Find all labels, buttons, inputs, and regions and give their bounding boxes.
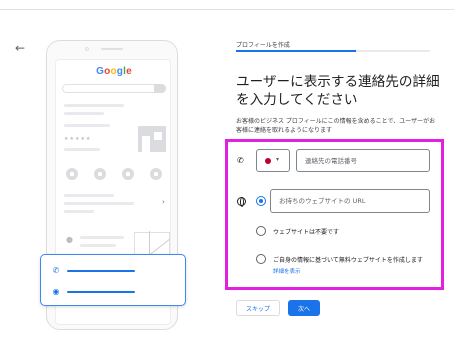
placeholder-line xyxy=(64,104,124,107)
placeholder-line xyxy=(80,236,124,239)
phone-icon: ✆ xyxy=(237,156,244,165)
progress-bar xyxy=(236,50,430,52)
placeholder-line xyxy=(64,194,114,197)
create-free-website-label: ご自身の情報に基づいて無料ウェブサイトを作成します xyxy=(273,257,423,264)
storefront-icon xyxy=(138,126,166,152)
japan-flag-icon xyxy=(265,158,271,164)
page-description: お客様のビジネス プロフィールにこの情報を含めることで、ユーザーがお客様に連絡を… xyxy=(236,118,436,134)
call-action-icon xyxy=(66,168,78,180)
back-arrow-icon[interactable]: ← xyxy=(12,40,28,56)
mock-search-bar xyxy=(62,84,166,93)
country-code-select[interactable]: ▾ xyxy=(256,149,290,172)
placeholder-line xyxy=(64,202,134,205)
placeholder-line xyxy=(64,112,104,115)
breadcrumb: プロフィールを作成 xyxy=(236,42,290,49)
progress-fill xyxy=(236,50,357,52)
action-icons-row xyxy=(66,168,162,184)
globe-icon xyxy=(237,197,246,207)
contact-info-card: ✆ ◉ xyxy=(40,254,186,306)
placeholder-line xyxy=(64,124,110,127)
location-pin-icon: ● xyxy=(66,235,73,244)
phone-number-input[interactable] xyxy=(296,149,430,172)
directions-action-icon xyxy=(94,168,106,180)
create-free-website-radio[interactable] xyxy=(256,254,266,264)
page-title: ユーザーに表示する連絡先の詳細を入力してください xyxy=(236,74,440,108)
phone-speaker xyxy=(101,48,123,50)
no-website-label: ウェブサイトは不要です xyxy=(273,229,340,236)
phone-icon: ✆ xyxy=(52,266,60,275)
logo-letter: G xyxy=(96,66,105,77)
website-url-radio[interactable] xyxy=(256,196,266,206)
mock-search-button xyxy=(154,84,166,93)
placeholder-line xyxy=(64,148,100,151)
placeholder-line xyxy=(80,244,116,247)
learn-more-link[interactable]: 詳細を表示 xyxy=(273,267,301,275)
website-url-input[interactable] xyxy=(270,189,430,213)
placeholder-line xyxy=(64,210,94,213)
camera-dot xyxy=(85,47,89,51)
phone-placeholder-line xyxy=(67,270,135,272)
share-action-icon xyxy=(150,168,162,180)
skip-button[interactable]: スキップ xyxy=(236,300,280,316)
google-logo: Google xyxy=(56,66,170,77)
top-bar xyxy=(0,0,454,10)
save-action-icon xyxy=(122,168,134,180)
website-placeholder-line xyxy=(67,291,135,293)
rating-stars: ★★★★★ xyxy=(64,136,92,142)
chevron-down-icon: ▾ xyxy=(276,156,280,163)
logo-letter: e xyxy=(126,66,132,77)
globe-icon: ◉ xyxy=(52,287,60,296)
chevron-right-icon: › xyxy=(162,198,165,206)
no-website-radio[interactable] xyxy=(256,226,266,236)
next-button[interactable]: 次へ xyxy=(288,300,320,316)
